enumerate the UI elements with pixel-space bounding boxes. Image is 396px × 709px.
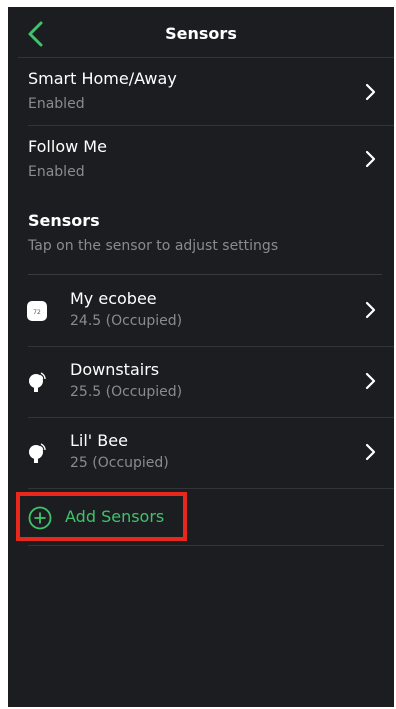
thermostat-icon-text: 72 bbox=[33, 309, 41, 316]
chevron-right-icon bbox=[365, 83, 376, 101]
setting-status: Enabled bbox=[28, 164, 85, 180]
setting-title: Smart Home/Away bbox=[28, 69, 177, 88]
sensor-status: 25 (Occupied) bbox=[70, 455, 169, 471]
chevron-right-icon bbox=[365, 443, 376, 461]
chevron-right-icon bbox=[365, 150, 376, 168]
room-sensor-icon bbox=[29, 372, 46, 392]
chevron-right-icon bbox=[365, 301, 376, 319]
sensor-name: Downstairs bbox=[70, 360, 160, 379]
page-title: Sensors bbox=[165, 24, 237, 43]
sensor-row[interactable]: Lil' Bee 25 (Occupied) bbox=[8, 418, 394, 489]
divider bbox=[28, 488, 394, 489]
setting-status: Enabled bbox=[28, 96, 85, 112]
sensor-name: My ecobee bbox=[70, 289, 157, 308]
sensor-row[interactable]: 72 My ecobee 24.5 (Occupied) bbox=[8, 275, 394, 346]
thermostat-icon: 72 bbox=[27, 301, 47, 321]
plus-circle-icon[interactable] bbox=[28, 506, 52, 530]
sensor-name: Lil' Bee bbox=[70, 431, 128, 450]
header: Sensors bbox=[8, 7, 394, 57]
section-title: Sensors bbox=[28, 211, 100, 230]
setting-row-smart-home-away[interactable]: Smart Home/Away Enabled bbox=[8, 58, 394, 125]
setting-title: Follow Me bbox=[28, 137, 107, 156]
divider bbox=[28, 545, 384, 546]
sensor-status: 25.5 (Occupied) bbox=[70, 384, 183, 400]
section-subtitle: Tap on the sensor to adjust settings bbox=[28, 238, 279, 254]
chevron-right-icon bbox=[365, 372, 376, 390]
room-sensor-icon bbox=[29, 443, 46, 463]
sensor-row[interactable]: Downstairs 25.5 (Occupied) bbox=[8, 347, 394, 418]
sensors-screen: Sensors Smart Home/Away Enabled Follow M… bbox=[8, 7, 394, 707]
setting-row-follow-me[interactable]: Follow Me Enabled bbox=[8, 126, 394, 193]
sensor-status: 24.5 (Occupied) bbox=[70, 313, 183, 329]
add-sensors-label[interactable]: Add Sensors bbox=[65, 507, 164, 526]
